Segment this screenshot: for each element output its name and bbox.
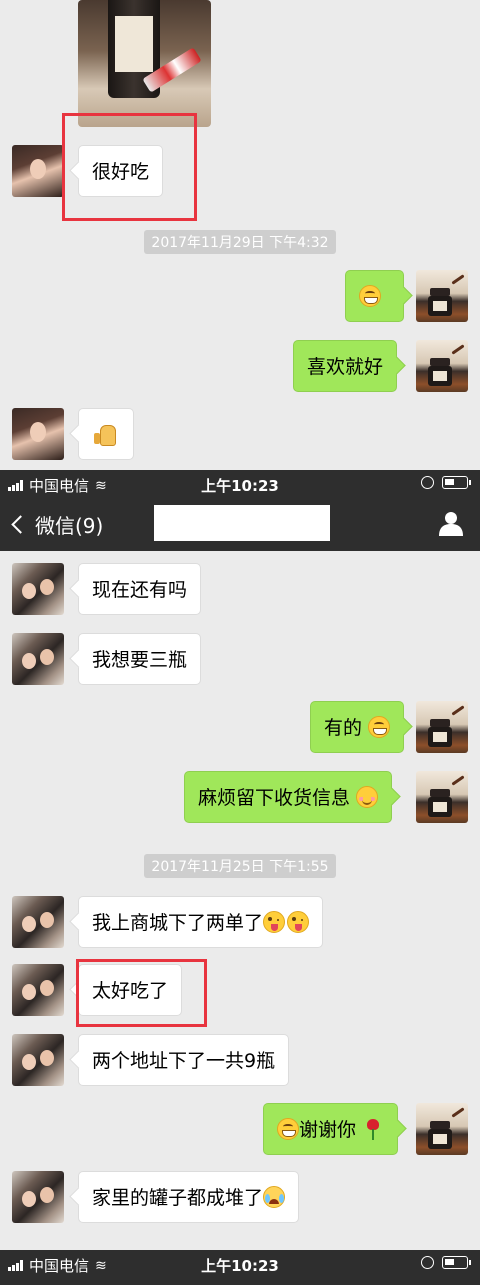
message-bubble-incoming[interactable]: 现在还有吗: [78, 563, 202, 615]
battery-icon: [442, 476, 471, 489]
contact-avatar[interactable]: [12, 896, 64, 948]
grin-emoji-icon: [368, 716, 391, 738]
message-bubble-outgoing[interactable]: [345, 270, 404, 322]
my-avatar[interactable]: [416, 1103, 468, 1155]
message-bubble-incoming[interactable]: 两个地址下了一共9瓶: [78, 1034, 290, 1086]
contact-avatar[interactable]: [12, 563, 64, 615]
message-bubble-incoming[interactable]: 我想要三瓶: [78, 633, 202, 685]
message-bubble-outgoing[interactable]: 喜欢就好: [293, 340, 398, 392]
message-bubble-outgoing[interactable]: 有的: [310, 701, 405, 753]
message-text: 喜欢就好: [307, 356, 384, 378]
my-avatar[interactable]: [416, 771, 468, 823]
rose-emoji-icon: [362, 1118, 384, 1140]
message-text: 两个地址下了一共9瓶: [92, 1050, 276, 1072]
bottle-label: [115, 16, 153, 72]
my-avatar[interactable]: [416, 701, 468, 753]
message-text: 家里的罐子都成堆了: [92, 1187, 264, 1209]
message-text: 我上商城下了两单了: [92, 912, 264, 934]
message-bubble-outgoing[interactable]: 谢谢你: [263, 1103, 399, 1155]
contact-avatar[interactable]: [12, 1034, 64, 1086]
message-bubble-incoming[interactable]: [78, 408, 134, 460]
back-label: 微信(9): [35, 514, 104, 538]
chat-section-1: 很好吃 2017年11月29日 下午4:32 喜欢就好: [0, 0, 480, 470]
my-avatar[interactable]: [416, 340, 468, 392]
my-avatar[interactable]: [416, 270, 468, 322]
contact-avatar[interactable]: [12, 964, 64, 1016]
message-text: 谢谢你: [299, 1119, 357, 1141]
rotation-lock-icon: [421, 476, 434, 489]
laugh-cry-emoji-icon: [263, 1186, 286, 1208]
contact-avatar[interactable]: [12, 145, 64, 197]
status-time: 上午10:23: [201, 1257, 279, 1275]
contact-info-icon[interactable]: [438, 510, 464, 536]
status-bar: 中国电信 ≋ 上午10:23: [0, 1250, 480, 1285]
tongue-emoji-icon: [263, 911, 286, 933]
message-bubble-incoming[interactable]: 我上商城下了两单了: [78, 896, 324, 948]
grin-emoji-icon: [277, 1118, 299, 1140]
tongue-emoji-icon: [287, 911, 310, 933]
grin-emoji-icon: [359, 285, 381, 307]
status-time: 上午10:23: [201, 477, 279, 495]
chat-timestamp: 2017年11月29日 下午4:32: [0, 230, 480, 254]
product-photo-message[interactable]: [78, 0, 211, 127]
thumbs-up-icon: [92, 422, 116, 446]
chat-section-2: 现在还有吗 我想要三瓶 有的 麻烦留下收货信息 2017年11月25日 下午1:…: [0, 551, 480, 1249]
message-text: 我想要三瓶: [92, 649, 188, 671]
chat-header: 微信(9): [0, 498, 480, 551]
highlight-box: [76, 959, 207, 1027]
highlight-box: [62, 113, 197, 221]
redacted-contact-name: [154, 505, 330, 541]
blush-emoji-icon: [356, 786, 379, 808]
status-bar: 中国电信 ≋ 上午10:23: [0, 470, 480, 498]
message-text: 麻烦留下收货信息: [198, 787, 351, 809]
chat-timestamp: 2017年11月25日 下午1:55: [0, 854, 480, 878]
back-button[interactable]: 微信(9): [10, 510, 103, 539]
message-text: 有的: [324, 717, 363, 739]
battery-icon: [442, 1256, 471, 1269]
contact-avatar[interactable]: [12, 1171, 64, 1223]
message-text: 现在还有吗: [92, 579, 188, 601]
rotation-lock-icon: [421, 1256, 434, 1269]
chevron-left-icon: [11, 515, 30, 534]
contact-avatar[interactable]: [12, 408, 64, 460]
message-bubble-incoming[interactable]: 家里的罐子都成堆了: [78, 1171, 300, 1223]
contact-avatar[interactable]: [12, 633, 64, 685]
message-bubble-outgoing[interactable]: 麻烦留下收货信息: [184, 771, 393, 823]
